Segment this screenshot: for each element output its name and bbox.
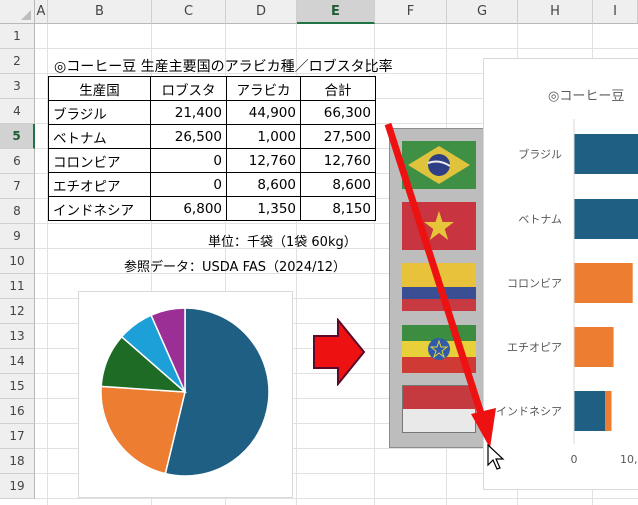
bar-2-5[interactable] (605, 391, 612, 431)
cell-country[interactable]: ブラジル (48, 100, 151, 125)
source-note: 参照データ：USDA FAS（2024/12） (124, 260, 347, 275)
row-header-8[interactable]: 8 (0, 199, 35, 224)
cell-total[interactable]: 8,150 (300, 196, 376, 221)
unit-note: 単位：千袋（1袋 60kg） (208, 235, 357, 250)
row-header-17[interactable]: 17 (0, 424, 35, 449)
data-table[interactable]: 生産国 ロブスタ アラビカ 合計 ブラジル 21,400 44,900 66,3… (48, 76, 376, 221)
row-header-3[interactable]: 3 (0, 74, 35, 99)
cell-arabica[interactable]: 8,600 (226, 172, 301, 197)
cell-total[interactable]: 8,600 (300, 172, 376, 197)
cell-robusta[interactable]: 0 (150, 148, 227, 173)
table-row: インドネシア 6,800 1,350 8,150 (48, 196, 376, 221)
select-all-corner[interactable] (0, 0, 35, 24)
bar-category-label: コロンビア (507, 277, 562, 290)
bar-1-1[interactable] (574, 134, 638, 174)
bar-chart-svg: ブラジルベトナムコロンビアエチオピアインドネシア 0 10,000 (496, 119, 638, 466)
pie-chart-svg (100, 307, 270, 477)
table-row: ブラジル 21,400 44,900 66,300 (48, 100, 376, 125)
header-total[interactable]: 合計 (300, 76, 376, 101)
bar-1-5[interactable] (574, 391, 606, 431)
bar-axis-tick-label: 0 (571, 453, 578, 466)
spreadsheet-grid[interactable]: ABCDEFGHI 1 2 3 4 5 6 7 8 9 10 11 12 13 14 15 16 17 18 19 … (0, 0, 638, 505)
row-header-16[interactable]: 16 (0, 399, 35, 424)
bar-2-4[interactable] (574, 327, 614, 367)
row-header-11[interactable]: 11 (0, 274, 35, 299)
bar-category-label: ブラジル (518, 147, 562, 161)
cell-robusta[interactable]: 0 (150, 172, 227, 197)
header-robusta[interactable]: ロブスタ (150, 76, 227, 101)
row-header-1[interactable]: 1 (0, 24, 35, 49)
cell-arabica[interactable]: 1,350 (226, 196, 301, 221)
bar-chart[interactable]: ◎コーヒー豆 ブラジルベトナムコロンビアエチオピアインドネシア010,000 (483, 58, 638, 490)
cell-arabica[interactable]: 12,760 (226, 148, 301, 173)
row-header-4[interactable]: 4 (0, 99, 35, 124)
row-header-7[interactable]: 7 (0, 174, 35, 199)
row-header-18[interactable]: 18 (0, 449, 35, 474)
cell-country[interactable]: コロンビア (48, 148, 151, 173)
column-header-e[interactable]: E (297, 0, 375, 24)
cell-arabica[interactable]: 44,900 (226, 100, 301, 125)
cell-country[interactable]: ベトナム (48, 124, 151, 149)
cell-total[interactable]: 66,300 (300, 100, 376, 125)
column-header-a[interactable]: A (35, 0, 48, 24)
row-header-5[interactable]: 5 (0, 124, 35, 149)
row-header-13[interactable]: 13 (0, 324, 35, 349)
cell-arabica[interactable]: 1,000 (226, 124, 301, 149)
column-header-h[interactable]: H (518, 0, 593, 24)
header-arabica[interactable]: アラビカ (226, 76, 301, 101)
row-header-12[interactable]: 12 (0, 299, 35, 324)
table-row: エチオピア 0 8,600 8,600 (48, 172, 376, 197)
row-gridline (35, 48, 638, 49)
column-header-g[interactable]: G (447, 0, 518, 24)
table-row: ベトナム 26,500 1,000 27,500 (48, 124, 376, 149)
row-header-15[interactable]: 15 (0, 374, 35, 399)
table-header-row: 生産国 ロブスタ アラビカ 合計 (48, 76, 376, 101)
cell-total[interactable]: 27,500 (300, 124, 376, 149)
cell-robusta[interactable]: 6,800 (150, 196, 227, 221)
bar-axis-tick-label: 10,000 (620, 453, 638, 466)
row-header-10[interactable]: 10 (0, 249, 35, 274)
bar-2-3[interactable] (574, 263, 633, 303)
cell-robusta[interactable]: 21,400 (150, 100, 227, 125)
row-header-19[interactable]: 19 (0, 474, 35, 499)
bar-1-2[interactable] (574, 199, 638, 239)
table-row: コロンビア 0 12,760 12,760 (48, 148, 376, 173)
sheet-title: ◎コーヒー豆 生産主要国のアラビカ種／ロブスタ比率 (54, 59, 393, 75)
column-header-i[interactable]: I (593, 0, 638, 24)
mouse-cursor-icon (487, 444, 505, 470)
right-arrow-shape[interactable] (312, 318, 366, 386)
pie-chart[interactable] (78, 291, 293, 498)
bar-category-label: エチオピア (507, 341, 562, 354)
red-diagonal-arrow[interactable] (380, 118, 500, 468)
column-header-f[interactable]: F (375, 0, 447, 24)
cell-country[interactable]: インドネシア (48, 196, 151, 221)
bar-category-label: ベトナム (518, 213, 562, 226)
column-header-b[interactable]: B (48, 0, 152, 24)
cell-robusta[interactable]: 26,500 (150, 124, 227, 149)
cell-total[interactable]: 12,760 (300, 148, 376, 173)
cell-country[interactable]: エチオピア (48, 172, 151, 197)
bar-category-label: インドネシア (496, 405, 562, 418)
column-header-c[interactable]: C (152, 0, 226, 24)
row-header-9[interactable]: 9 (0, 224, 35, 249)
column-header-d[interactable]: D (226, 0, 297, 24)
row-header-2[interactable]: 2 (0, 49, 35, 74)
row-header-14[interactable]: 14 (0, 349, 35, 374)
row-header-6[interactable]: 6 (0, 149, 35, 174)
header-country[interactable]: 生産国 (48, 76, 151, 101)
